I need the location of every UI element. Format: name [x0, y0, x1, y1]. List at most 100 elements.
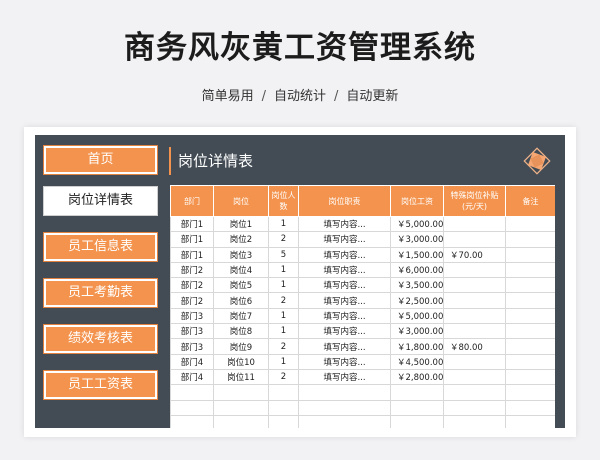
table-cell[interactable] — [505, 215, 555, 233]
table-cell[interactable]: 部门3 — [170, 307, 214, 325]
table-cell[interactable]: 填写内容... — [298, 277, 391, 294]
table-cell[interactable]: 1 — [268, 215, 299, 233]
table-cell[interactable]: ￥5,000.00 — [390, 215, 444, 233]
table-cell[interactable]: 部门1 — [170, 231, 214, 248]
table-cell[interactable] — [443, 231, 506, 248]
table-cell[interactable]: ￥70.00 — [443, 246, 506, 263]
table-cell[interactable]: 岗位2 — [213, 231, 269, 248]
table-cell[interactable] — [213, 414, 269, 428]
table-cell[interactable]: 5 — [268, 246, 299, 263]
table-cell[interactable] — [443, 277, 506, 294]
table-cell[interactable]: 填写内容... — [298, 292, 391, 309]
table-cell[interactable] — [505, 277, 555, 294]
table-cell[interactable] — [443, 414, 506, 428]
table-cell[interactable]: 1 — [268, 323, 299, 340]
table-cell[interactable]: 部门4 — [170, 368, 214, 386]
nav-home-button[interactable]: 首页 — [43, 145, 158, 175]
table-cell[interactable] — [298, 384, 391, 401]
table-cell[interactable]: 1 — [268, 307, 299, 325]
table-cell[interactable]: 岗位1 — [213, 215, 269, 233]
table-cell[interactable]: 填写内容... — [298, 307, 391, 325]
table-cell[interactable]: 填写内容... — [298, 215, 391, 233]
table-cell[interactable]: ￥3,000.00 — [390, 231, 444, 248]
table-cell[interactable] — [443, 215, 506, 233]
table-cell[interactable] — [268, 414, 299, 428]
table-cell[interactable] — [298, 399, 391, 416]
table-cell[interactable]: 岗位5 — [213, 277, 269, 294]
table-cell[interactable] — [505, 353, 555, 370]
nav-attendance-button[interactable]: 员工考勤表 — [43, 278, 158, 308]
nav-salary-button[interactable]: 员工工资表 — [43, 370, 158, 400]
table-cell[interactable] — [505, 368, 555, 386]
table-cell[interactable]: 岗位10 — [213, 353, 269, 370]
table-cell[interactable] — [213, 384, 269, 401]
table-cell[interactable]: ￥2,500.00 — [390, 292, 444, 309]
table-cell[interactable] — [443, 323, 506, 340]
table-cell[interactable]: 岗位7 — [213, 307, 269, 325]
table-cell[interactable]: ￥3,500.00 — [390, 277, 444, 294]
table-cell[interactable]: 岗位8 — [213, 323, 269, 340]
table-cell[interactable] — [298, 414, 391, 428]
table-cell[interactable]: 部门1 — [170, 246, 214, 263]
table-cell[interactable] — [505, 261, 555, 279]
table-cell[interactable]: 1 — [268, 261, 299, 279]
table-cell[interactable] — [505, 384, 555, 401]
table-cell[interactable]: ￥5,000.00 — [390, 307, 444, 325]
table-cell[interactable]: 2 — [268, 368, 299, 386]
table-cell[interactable]: 填写内容... — [298, 353, 391, 370]
table-cell[interactable] — [170, 384, 214, 401]
table-cell[interactable] — [443, 368, 506, 386]
table-cell[interactable]: 填写内容... — [298, 261, 391, 279]
table-cell[interactable] — [213, 399, 269, 416]
table-cell[interactable]: 岗位4 — [213, 261, 269, 279]
table-cell[interactable] — [505, 414, 555, 428]
table-cell[interactable]: 填写内容... — [298, 338, 391, 355]
table-cell[interactable]: 岗位3 — [213, 246, 269, 263]
table-cell[interactable]: ￥1,500.00 — [390, 246, 444, 263]
table-cell[interactable]: 1 — [268, 353, 299, 370]
table-cell[interactable]: 填写内容... — [298, 368, 391, 386]
table-cell[interactable]: 部门2 — [170, 277, 214, 294]
table-cell[interactable]: ￥80.00 — [443, 338, 506, 355]
table-cell[interactable] — [443, 261, 506, 279]
table-cell[interactable]: 部门2 — [170, 292, 214, 309]
table-cell[interactable] — [505, 399, 555, 416]
table-cell[interactable] — [505, 323, 555, 340]
table-cell[interactable]: 岗位6 — [213, 292, 269, 309]
table-cell[interactable]: 1 — [268, 277, 299, 294]
table-cell[interactable] — [443, 399, 506, 416]
table-cell[interactable]: ￥3,000.00 — [390, 323, 444, 340]
table-cell[interactable] — [170, 414, 214, 428]
table-cell[interactable] — [505, 292, 555, 309]
table-cell[interactable]: 2 — [268, 231, 299, 248]
table-cell[interactable] — [268, 399, 299, 416]
table-cell[interactable] — [268, 384, 299, 401]
table-cell[interactable]: 填写内容... — [298, 231, 391, 248]
table-cell[interactable] — [390, 384, 444, 401]
table-cell[interactable] — [390, 399, 444, 416]
table-cell[interactable]: 填写内容... — [298, 246, 391, 263]
table-cell[interactable]: 部门3 — [170, 338, 214, 355]
table-cell[interactable]: ￥1,800.00 — [390, 338, 444, 355]
table-cell[interactable] — [505, 338, 555, 355]
table-cell[interactable]: ￥6,000.00 — [390, 261, 444, 279]
nav-performance-button[interactable]: 绩效考核表 — [43, 324, 158, 354]
table-cell[interactable] — [505, 231, 555, 248]
table-cell[interactable] — [443, 384, 506, 401]
table-cell[interactable] — [390, 414, 444, 428]
table-cell[interactable]: ￥4,500.00 — [390, 353, 444, 370]
table-cell[interactable]: ￥2,800.00 — [390, 368, 444, 386]
table-cell[interactable] — [443, 353, 506, 370]
table-cell[interactable]: 岗位9 — [213, 338, 269, 355]
table-cell[interactable]: 部门4 — [170, 353, 214, 370]
table-cell[interactable]: 2 — [268, 338, 299, 355]
table-cell[interactable] — [505, 307, 555, 325]
table-cell[interactable]: 岗位11 — [213, 368, 269, 386]
table-cell[interactable]: 部门3 — [170, 323, 214, 340]
table-cell[interactable] — [443, 307, 506, 325]
nav-employee-info-button[interactable]: 员工信息表 — [43, 232, 158, 262]
table-cell[interactable] — [443, 292, 506, 309]
table-cell[interactable] — [505, 246, 555, 263]
table-cell[interactable]: 部门1 — [170, 215, 214, 233]
table-cell[interactable]: 填写内容... — [298, 323, 391, 340]
